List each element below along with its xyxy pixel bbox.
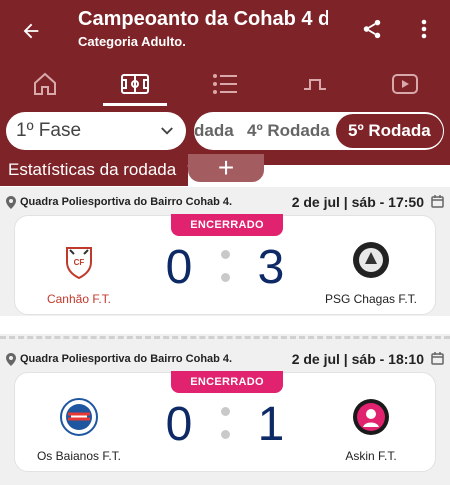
video-icon <box>392 74 418 94</box>
home-score: 0 <box>165 398 193 451</box>
home-team[interactable]: Os Baianos F.T. <box>19 397 139 463</box>
score-separator <box>221 407 231 453</box>
round-tab-4[interactable]: 4º Rodada <box>247 112 330 150</box>
list-gap-bg <box>0 316 450 334</box>
score-separator <box>221 250 231 296</box>
status-badge: ENCERRADO <box>171 214 283 236</box>
location-pin-icon <box>6 195 16 209</box>
calendar-icon[interactable] <box>431 195 444 208</box>
more-vert-icon <box>421 19 427 39</box>
app-root: Campeoanto da Cohab 4 d Categoria Adulto… <box>0 0 450 485</box>
section-tabs <box>0 62 450 106</box>
tab-home[interactable] <box>5 62 85 106</box>
home-team[interactable]: CF Canhão F.T. <box>19 240 139 306</box>
home-team-name: Os Baianos F.T. <box>36 449 122 463</box>
match-meta: Quadra Poliesportiva do Bairro Cohab 4. … <box>6 191 446 213</box>
phase-selected-value: 1º Fase <box>16 120 82 141</box>
round-selector: dada 4º Rodada 5º Rodada <box>194 112 444 150</box>
status-badge: ENCERRADO <box>171 371 283 393</box>
match-list: Quadra Poliesportiva do Bairro Cohab 4. … <box>0 165 450 485</box>
match-date: 2 de jul | sáb - 17:50 <box>291 194 424 210</box>
team-logo-canhao: CF <box>59 240 99 280</box>
match-card[interactable]: ENCERRADO CF Canhão F.T. 0 3 PSG Chagas … <box>14 214 436 315</box>
match-card[interactable]: ENCERRADO Os Baianos F.T. 0 1 Askin F.T. <box>14 371 436 472</box>
field-icon <box>121 74 149 94</box>
home-icon <box>34 72 56 95</box>
top-app-bar: Campeoanto da Cohab 4 d Categoria Adulto… <box>0 0 450 165</box>
back-button[interactable] <box>14 14 48 48</box>
calendar-icon[interactable] <box>431 352 444 365</box>
bracket-icon <box>304 79 326 90</box>
away-team[interactable]: PSG Chagas F.T. <box>311 240 431 306</box>
match-date: 2 de jul | sáb - 18:10 <box>291 351 424 367</box>
page-title: Campeoanto da Cohab 4 d <box>78 8 328 30</box>
divider <box>0 336 450 339</box>
share-button[interactable] <box>357 14 387 44</box>
away-team-name: Askin F.T. <box>345 449 397 463</box>
tab-bracket[interactable] <box>275 62 355 106</box>
tab-video[interactable] <box>365 62 445 106</box>
away-score: 3 <box>257 241 285 294</box>
round-tab-3[interactable]: dada <box>194 112 234 150</box>
round-tab-5[interactable]: 5º Rodada <box>336 114 443 148</box>
stats-tab[interactable]: Estatísticas da rodada <box>0 154 188 186</box>
phase-selector[interactable]: 1º Fase <box>6 112 186 150</box>
match-venue: Quadra Poliesportiva do Bairro Cohab 4. <box>20 353 233 365</box>
away-score: 1 <box>257 398 285 451</box>
arrow-left-icon <box>23 23 39 39</box>
page-subtitle: Categoria Adulto. <box>78 34 186 49</box>
tab-field[interactable] <box>95 62 175 106</box>
away-team[interactable]: Askin F.T. <box>311 397 431 463</box>
list-icon <box>213 74 237 94</box>
add-button[interactable]: + <box>188 152 264 183</box>
tab-list[interactable] <box>185 62 265 106</box>
chevron-down-icon <box>161 127 173 135</box>
team-logo-askin <box>351 397 391 437</box>
location-pin-icon <box>6 352 16 366</box>
more-options-button[interactable] <box>412 14 436 44</box>
home-team-name: Canhão F.T. <box>46 292 112 306</box>
team-logo-os-baianos <box>59 397 99 437</box>
match-venue: Quadra Poliesportiva do Bairro Cohab 4. <box>20 196 233 208</box>
away-team-name: PSG Chagas F.T. <box>324 292 418 306</box>
svg-text:CF: CF <box>74 258 85 267</box>
share-icon <box>363 19 381 39</box>
match-meta: Quadra Poliesportiva do Bairro Cohab 4. … <box>6 348 446 370</box>
home-score: 0 <box>165 241 193 294</box>
team-logo-psg-chagas <box>351 240 391 280</box>
